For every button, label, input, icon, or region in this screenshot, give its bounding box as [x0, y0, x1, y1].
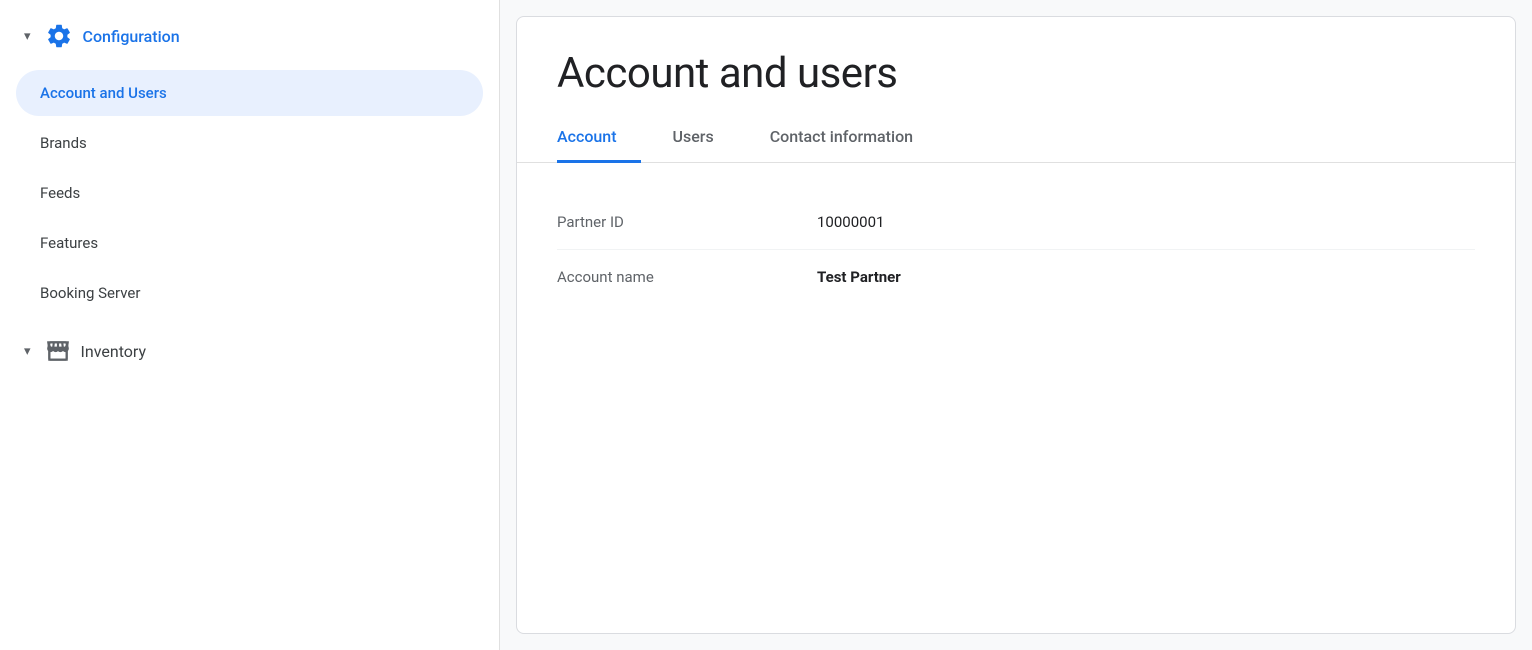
tab-users[interactable]: Users [673, 115, 738, 163]
inventory-label: Inventory [81, 342, 147, 361]
account-name-value: Test Partner [817, 268, 901, 286]
sidebar-item-feeds[interactable]: Feeds [16, 170, 483, 216]
account-name-row: Account name Test Partner [557, 250, 1475, 304]
tab-account[interactable]: Account [557, 115, 641, 163]
sidebar-item-brands[interactable]: Brands [16, 120, 483, 166]
sidebar-item-booking-server[interactable]: Booking Server [16, 270, 483, 316]
store-icon [45, 338, 71, 364]
account-info-table: Partner ID 10000001 Account name Test Pa… [557, 195, 1475, 304]
configuration-chevron-icon: ▾ [24, 29, 31, 44]
partner-id-label: Partner ID [557, 213, 817, 231]
tabs: Account Users Contact information [517, 114, 1515, 163]
partner-id-value: 10000001 [817, 213, 884, 231]
sidebar: ▾ Configuration Account and Users Brands… [0, 0, 500, 650]
account-name-label: Account name [557, 268, 817, 286]
configuration-section-header[interactable]: ▾ Configuration [16, 0, 483, 68]
tab-contact-information[interactable]: Contact information [770, 115, 937, 163]
inventory-chevron-icon: ▾ [24, 344, 31, 359]
page-title: Account and users [517, 17, 1515, 98]
main-content: Account and users Account Users Contact … [516, 16, 1516, 634]
sidebar-item-account-and-users[interactable]: Account and Users [16, 70, 483, 116]
gear-icon [45, 22, 73, 50]
sidebar-item-features[interactable]: Features [16, 220, 483, 266]
configuration-label: Configuration [83, 27, 180, 46]
account-content: Partner ID 10000001 Account name Test Pa… [517, 163, 1515, 633]
partner-id-row: Partner ID 10000001 [557, 195, 1475, 250]
inventory-section-header[interactable]: ▾ Inventory [16, 318, 483, 374]
